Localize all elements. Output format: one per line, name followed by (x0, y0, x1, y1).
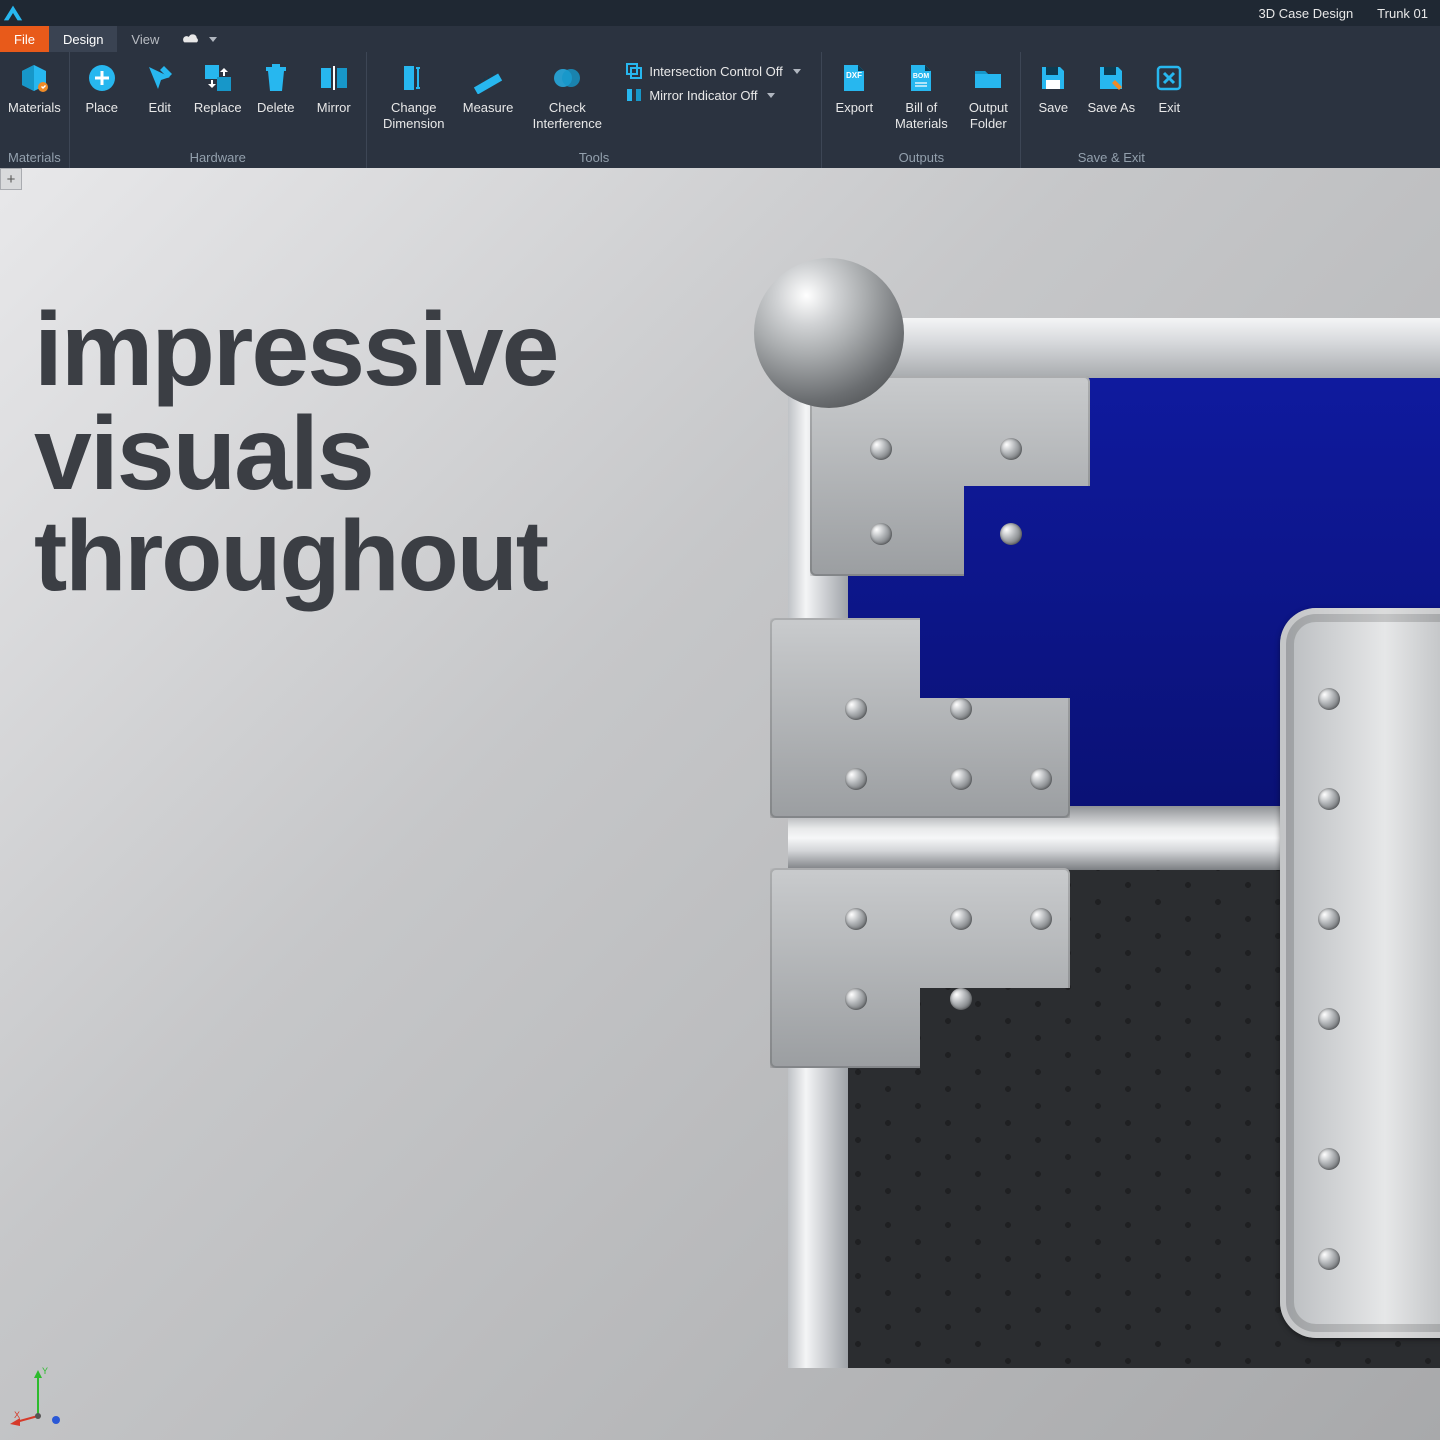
svg-text:Y: Y (42, 1366, 48, 1376)
ribbon: Materials Materials Place Edit Replace (0, 52, 1440, 168)
replace-icon (200, 60, 236, 96)
svg-text:X: X (14, 1410, 20, 1420)
intersection-control-dropdown[interactable]: Intersection Control Off (625, 62, 809, 80)
replace-button[interactable]: Replace (190, 56, 246, 116)
materials-button[interactable]: Materials (4, 56, 65, 116)
output-folder-button[interactable]: Output Folder (960, 56, 1016, 133)
edit-button[interactable]: Edit (132, 56, 188, 116)
group-label-tools: Tools (367, 150, 822, 168)
place-icon (84, 60, 120, 96)
menu-design[interactable]: Design (49, 26, 117, 52)
mirror-indicator-dropdown[interactable]: Mirror Indicator Off (625, 86, 809, 104)
interference-icon (549, 60, 585, 96)
change-dimension-button[interactable]: Change Dimension (371, 56, 457, 133)
save-icon (1035, 60, 1071, 96)
viewport-3d[interactable]: + impressive visuals throughout (0, 168, 1440, 1440)
mirror-button[interactable]: Mirror (306, 56, 362, 116)
mirror-indicator-icon (625, 86, 643, 104)
document-title: Trunk 01 (1377, 6, 1428, 21)
group-label-materials: Materials (0, 150, 69, 168)
edit-icon (142, 60, 178, 96)
save-as-icon (1093, 60, 1129, 96)
svg-text:DXF: DXF (846, 71, 862, 80)
app-title: 3D Case Design (1259, 6, 1354, 21)
bom-icon: BOM (903, 60, 939, 96)
case-model (750, 268, 1440, 1368)
menu-view[interactable]: View (117, 26, 173, 52)
bom-button[interactable]: BOM Bill of Materials (884, 56, 958, 133)
mirror-icon (316, 60, 352, 96)
delete-icon (258, 60, 294, 96)
materials-icon (16, 60, 52, 96)
dimension-icon (396, 60, 432, 96)
app-logo (0, 0, 26, 26)
measure-button[interactable]: Measure (459, 56, 518, 116)
titlebar: 3D Case Design Trunk 01 (0, 0, 1440, 26)
export-button[interactable]: DXF Export (826, 56, 882, 116)
cloud-icon (181, 32, 201, 46)
group-label-hardware: Hardware (70, 150, 366, 168)
chevron-down-icon (209, 37, 217, 42)
save-as-button[interactable]: Save As (1083, 56, 1139, 116)
axis-triad[interactable]: X Y (10, 1362, 80, 1432)
group-label-save-exit: Save & Exit (1021, 150, 1201, 168)
check-interference-button[interactable]: Check Interference (519, 56, 615, 133)
folder-icon (970, 60, 1006, 96)
menubar: File Design View (0, 26, 1440, 52)
exit-button[interactable]: Exit (1141, 56, 1197, 116)
chevron-down-icon (767, 93, 775, 98)
menu-file[interactable]: File (0, 26, 49, 52)
group-label-outputs: Outputs (822, 150, 1020, 168)
intersection-icon (625, 62, 643, 80)
measure-icon (470, 60, 506, 96)
svg-text:BOM: BOM (913, 73, 930, 80)
export-dxf-icon: DXF (836, 60, 872, 96)
chevron-down-icon (793, 69, 801, 74)
add-view-tab[interactable]: + (0, 168, 22, 190)
save-button[interactable]: Save (1025, 56, 1081, 116)
exit-icon (1151, 60, 1187, 96)
place-button[interactable]: Place (74, 56, 130, 116)
delete-button[interactable]: Delete (248, 56, 304, 116)
overlay-caption: impressive visuals throughout (34, 298, 557, 606)
menu-cloud[interactable] (173, 26, 225, 52)
